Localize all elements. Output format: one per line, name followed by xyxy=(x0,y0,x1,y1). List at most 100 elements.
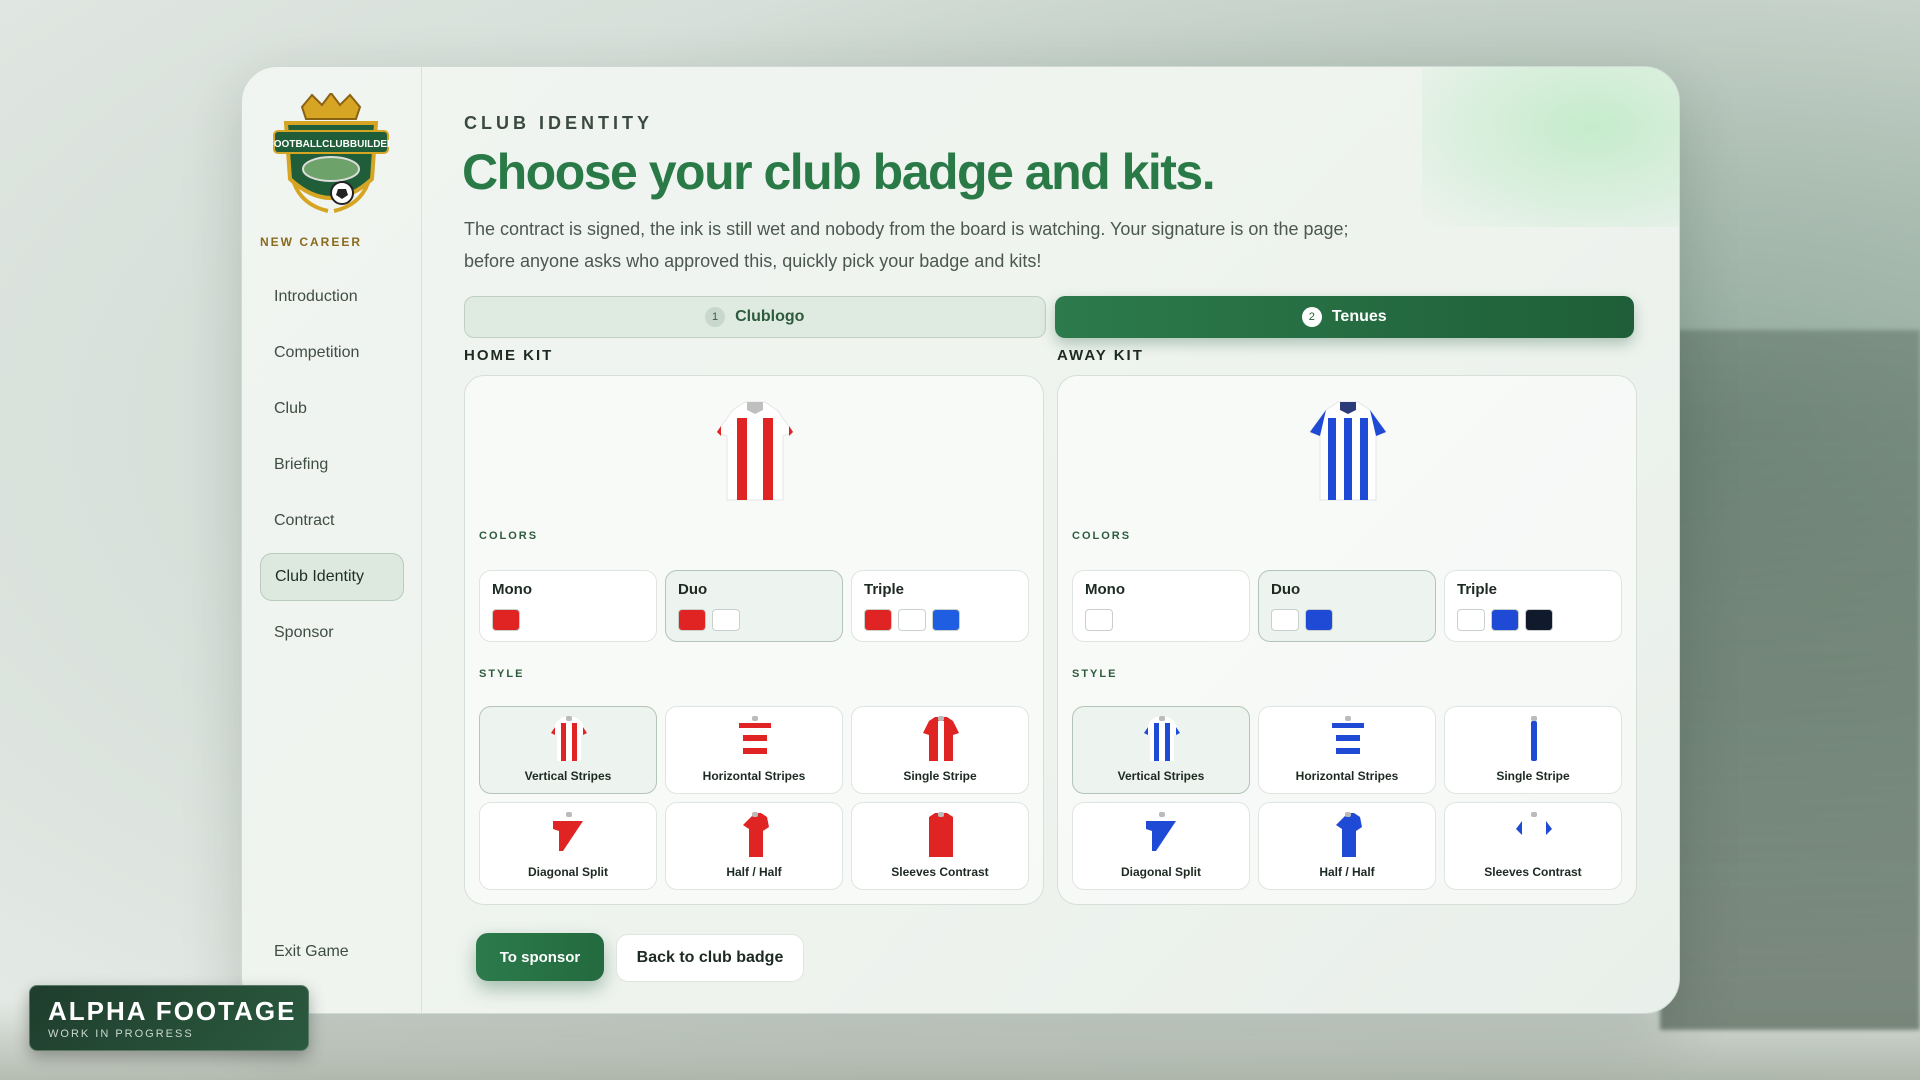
style-option-label: Diagonal Split xyxy=(527,865,608,879)
style-option-diagonal-split[interactable]: Diagonal Split xyxy=(479,802,657,890)
exit-game-link[interactable]: Exit Game xyxy=(274,943,349,961)
sidebar: FOOTBALLCLUBBUILDER NEW CAREER Introduct… xyxy=(242,67,422,1013)
colors-label: COLORS xyxy=(1072,530,1132,542)
style-option-sleeves-contrast[interactable]: Sleeves Contrast xyxy=(1444,802,1622,890)
style-option-sleeves-contrast[interactable]: Sleeves Contrast xyxy=(851,802,1029,890)
svg-text:FOOTBALLCLUBBUILDER: FOOTBALLCLUBBUILDER xyxy=(272,139,390,150)
kit-style-icon xyxy=(1144,812,1180,857)
style-option-label: Half / Half xyxy=(1319,865,1375,879)
color-swatch xyxy=(1491,609,1519,631)
style-option-label: Single Stripe xyxy=(903,769,977,783)
style-option-label: Vertical Stripes xyxy=(1117,769,1205,783)
style-option-diagonal-split[interactable]: Diagonal Split xyxy=(1072,802,1250,890)
step-number: 2 xyxy=(1301,307,1322,327)
color-option-mono[interactable]: Mono xyxy=(479,570,657,642)
style-option-label: Sleeves Contrast xyxy=(1484,865,1582,879)
kit-style-icon xyxy=(1531,716,1537,761)
main-panel: FOOTBALLCLUBBUILDER NEW CAREER Introduct… xyxy=(241,66,1680,1014)
away-kit-title: AWAY KIT xyxy=(1057,347,1144,364)
to-sponsor-button[interactable]: To sponsor xyxy=(476,933,604,981)
section-eyebrow: CLUB IDENTITY xyxy=(464,113,653,133)
color-swatch xyxy=(678,609,706,631)
kit-style-icon xyxy=(1144,716,1180,761)
tab-tenues[interactable]: 2 Tenues xyxy=(1054,296,1634,338)
style-option-label: Half / Half xyxy=(726,865,782,879)
kit-style-icon xyxy=(737,812,773,857)
step-label: Tenues xyxy=(1331,308,1387,325)
style-option-single-stripe[interactable]: Single Stripe xyxy=(851,706,1029,794)
style-option-label: Horizontal Stripes xyxy=(702,769,806,783)
style-option-single-stripe[interactable]: Single Stripe xyxy=(1444,706,1622,794)
kit-style-icon xyxy=(923,812,959,857)
kit-style-icon xyxy=(737,716,773,761)
page-title: Choose your club badge and kits. xyxy=(462,144,1216,200)
color-swatch xyxy=(1525,609,1553,631)
color-swatches xyxy=(864,609,960,631)
color-swatch xyxy=(898,609,926,631)
style-option-horizontal-stripes[interactable]: Horizontal Stripes xyxy=(1258,706,1436,794)
alpha-footage-watermark: ALPHA FOOTAGE WORK IN PROGRESS xyxy=(29,985,309,1051)
sidebar-item-briefing[interactable]: Briefing xyxy=(260,441,404,489)
color-swatch xyxy=(1457,609,1485,631)
color-option-mono[interactable]: Mono xyxy=(1072,570,1250,642)
color-swatches xyxy=(492,609,520,631)
style-option-vertical-stripes[interactable]: Vertical Stripes xyxy=(1072,706,1250,794)
color-option-label: Mono xyxy=(492,581,532,598)
color-option-label: Triple xyxy=(864,581,905,598)
sidebar-item-club-identity[interactable]: Club Identity xyxy=(260,553,404,601)
home-kit-preview xyxy=(716,401,794,501)
sidebar-nav: Introduction Competition Club Briefing C… xyxy=(260,273,404,665)
sidebar-item-competition[interactable]: Competition xyxy=(260,329,404,377)
color-swatches xyxy=(1457,609,1553,631)
style-option-half-half[interactable]: Half / Half xyxy=(665,802,843,890)
sidebar-item-sponsor[interactable]: Sponsor xyxy=(260,609,404,657)
style-option-label: Single Stripe xyxy=(1496,769,1570,783)
color-option-duo[interactable]: Duo xyxy=(665,570,843,642)
new-career-label: NEW CAREER xyxy=(260,235,363,249)
style-label: STYLE xyxy=(479,668,525,680)
style-option-label: Horizontal Stripes xyxy=(1295,769,1399,783)
step-number: 1 xyxy=(705,307,726,327)
page-description: The contract is signed, the ink is still… xyxy=(464,219,1349,271)
color-option-triple[interactable]: Triple xyxy=(1444,570,1622,642)
color-swatch xyxy=(1305,609,1333,631)
away-kit-preview xyxy=(1309,401,1387,501)
color-swatches xyxy=(1271,609,1333,631)
color-swatch xyxy=(712,609,740,631)
color-swatches xyxy=(1085,609,1113,631)
step-label: Clublogo xyxy=(735,308,805,325)
back-to-club-badge-button[interactable]: Back to club badge xyxy=(616,934,804,982)
color-option-triple[interactable]: Triple xyxy=(851,570,1029,642)
sidebar-item-introduction[interactable]: Introduction xyxy=(260,273,404,321)
home-kit-card: COLORS Mono Duo Triple STYLE Vertical St… xyxy=(464,375,1044,905)
color-swatch xyxy=(864,609,892,631)
main-content: CLUB IDENTITY Choose your club badge and… xyxy=(462,67,1679,1013)
tab-clublogo[interactable]: 1 Clublogo xyxy=(464,296,1046,338)
color-option-label: Mono xyxy=(1085,581,1125,598)
style-option-label: Diagonal Split xyxy=(1120,865,1201,879)
sidebar-item-contract[interactable]: Contract xyxy=(260,497,404,545)
step-tabs: 1 Clublogo 2 Tenues xyxy=(464,296,1634,338)
away-kit-card: COLORS Mono Duo Triple STYLE Vertical St… xyxy=(1057,375,1637,905)
club-builder-logo: FOOTBALLCLUBBUILDER xyxy=(272,93,390,213)
style-option-half-half[interactable]: Half / Half xyxy=(1258,802,1436,890)
watermark-title: ALPHA FOOTAGE xyxy=(48,996,297,1026)
kit-style-icon xyxy=(1330,812,1366,857)
style-option-horizontal-stripes[interactable]: Horizontal Stripes xyxy=(665,706,843,794)
color-swatch xyxy=(1085,609,1113,631)
kit-style-icon xyxy=(551,812,587,857)
style-option-label: Vertical Stripes xyxy=(524,769,612,783)
color-option-label: Duo xyxy=(1271,581,1301,598)
home-kit-title: HOME KIT xyxy=(464,347,554,364)
color-swatch xyxy=(1271,609,1299,631)
colors-label: COLORS xyxy=(479,530,539,542)
style-label: STYLE xyxy=(1072,668,1118,680)
kit-style-icon xyxy=(1330,716,1366,761)
color-swatch xyxy=(932,609,960,631)
color-swatches xyxy=(678,609,740,631)
style-option-vertical-stripes[interactable]: Vertical Stripes xyxy=(479,706,657,794)
stadium-background xyxy=(1660,330,1920,1030)
sidebar-item-club[interactable]: Club xyxy=(260,385,404,433)
color-option-duo[interactable]: Duo xyxy=(1258,570,1436,642)
watermark-subtitle: WORK IN PROGRESS xyxy=(48,1028,194,1040)
